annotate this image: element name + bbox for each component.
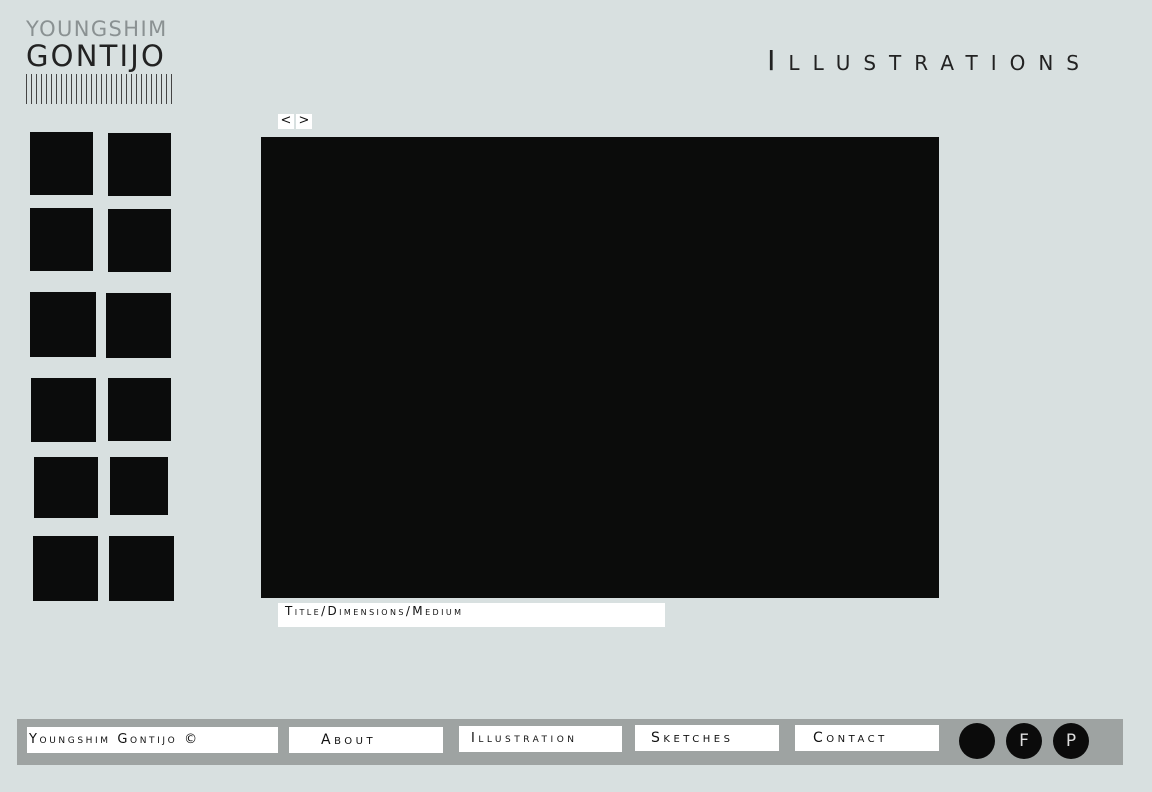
pinterest-icon[interactable]: P — [1053, 723, 1089, 759]
page-title: Illustrations — [767, 44, 1092, 77]
nav-about[interactable]: About — [289, 727, 443, 753]
thumbnail[interactable] — [30, 132, 93, 195]
next-button[interactable]: > — [296, 114, 312, 129]
facebook-icon[interactable]: F — [1006, 723, 1042, 759]
gallery-nav: < > — [278, 114, 312, 129]
thumbnail[interactable] — [106, 293, 171, 358]
thumbnail[interactable] — [108, 209, 171, 272]
nav-contact[interactable]: Contact — [795, 725, 939, 751]
footer-copyright: Youngshim Gontijo © — [27, 727, 278, 753]
image-caption: Title/Dimensions/Medium — [278, 603, 665, 627]
social-link-icon[interactable] — [959, 723, 995, 759]
logo-first-name: YOUNGSHIM — [26, 17, 168, 41]
footer: Youngshim Gontijo © About Illustration S… — [17, 719, 1123, 765]
thumbnail[interactable] — [34, 457, 98, 518]
thumbnail[interactable] — [110, 457, 168, 515]
previous-button[interactable]: < — [278, 114, 294, 129]
main-image-viewer[interactable] — [261, 137, 939, 598]
nav-illustration[interactable]: Illustration — [459, 726, 622, 752]
nav-sketches[interactable]: Sketches — [635, 725, 779, 751]
thumbnail[interactable] — [30, 292, 96, 357]
thumbnail[interactable] — [109, 536, 174, 601]
logo-barcode-graphic — [26, 74, 174, 104]
thumbnail[interactable] — [33, 536, 98, 601]
logo[interactable]: YOUNGSHIM GONTIJO — [26, 18, 176, 104]
thumbnail[interactable] — [30, 208, 93, 271]
thumbnail[interactable] — [108, 133, 171, 196]
thumbnail[interactable] — [31, 378, 96, 442]
logo-last-name: GONTIJO — [26, 39, 167, 73]
thumbnail[interactable] — [108, 378, 171, 441]
